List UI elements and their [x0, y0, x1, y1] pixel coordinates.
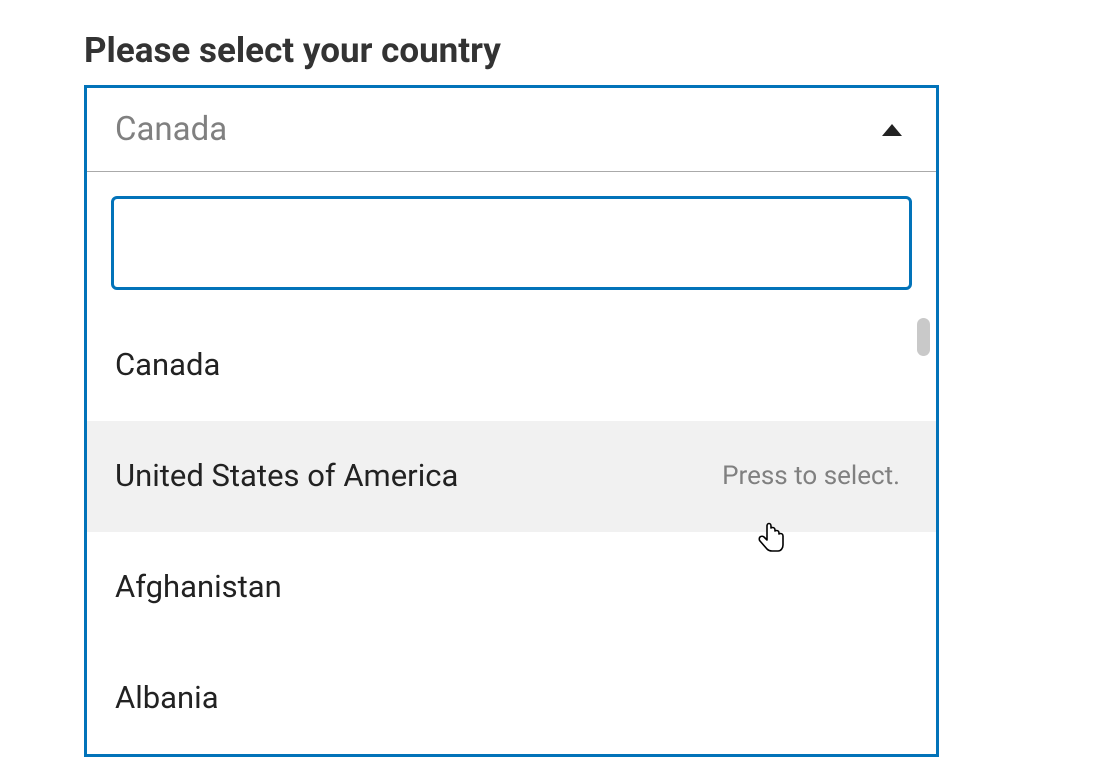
chevron-up-icon — [882, 124, 902, 136]
option-label: Afghanistan — [115, 568, 282, 605]
country-dropdown: Canada Canada United States of America P… — [84, 85, 939, 757]
option-canada[interactable]: Canada — [87, 310, 936, 421]
option-united-states[interactable]: United States of America Press to select… — [87, 421, 936, 532]
dropdown-header[interactable]: Canada — [87, 88, 936, 172]
options-list: Canada United States of America Press to… — [87, 310, 936, 754]
option-albania[interactable]: Albania — [87, 643, 936, 754]
option-label: Canada — [115, 346, 220, 383]
option-afghanistan[interactable]: Afghanistan — [87, 532, 936, 643]
option-label: United States of America — [115, 457, 458, 494]
option-label: Albania — [115, 679, 219, 716]
search-wrapper — [87, 172, 936, 310]
country-select-container: Please select your country Canada Canada… — [0, 0, 1116, 757]
hover-hint: Press to select. — [722, 461, 900, 491]
selected-value: Canada — [115, 110, 227, 149]
field-label: Please select your country — [84, 30, 1032, 71]
search-input[interactable] — [111, 196, 912, 290]
